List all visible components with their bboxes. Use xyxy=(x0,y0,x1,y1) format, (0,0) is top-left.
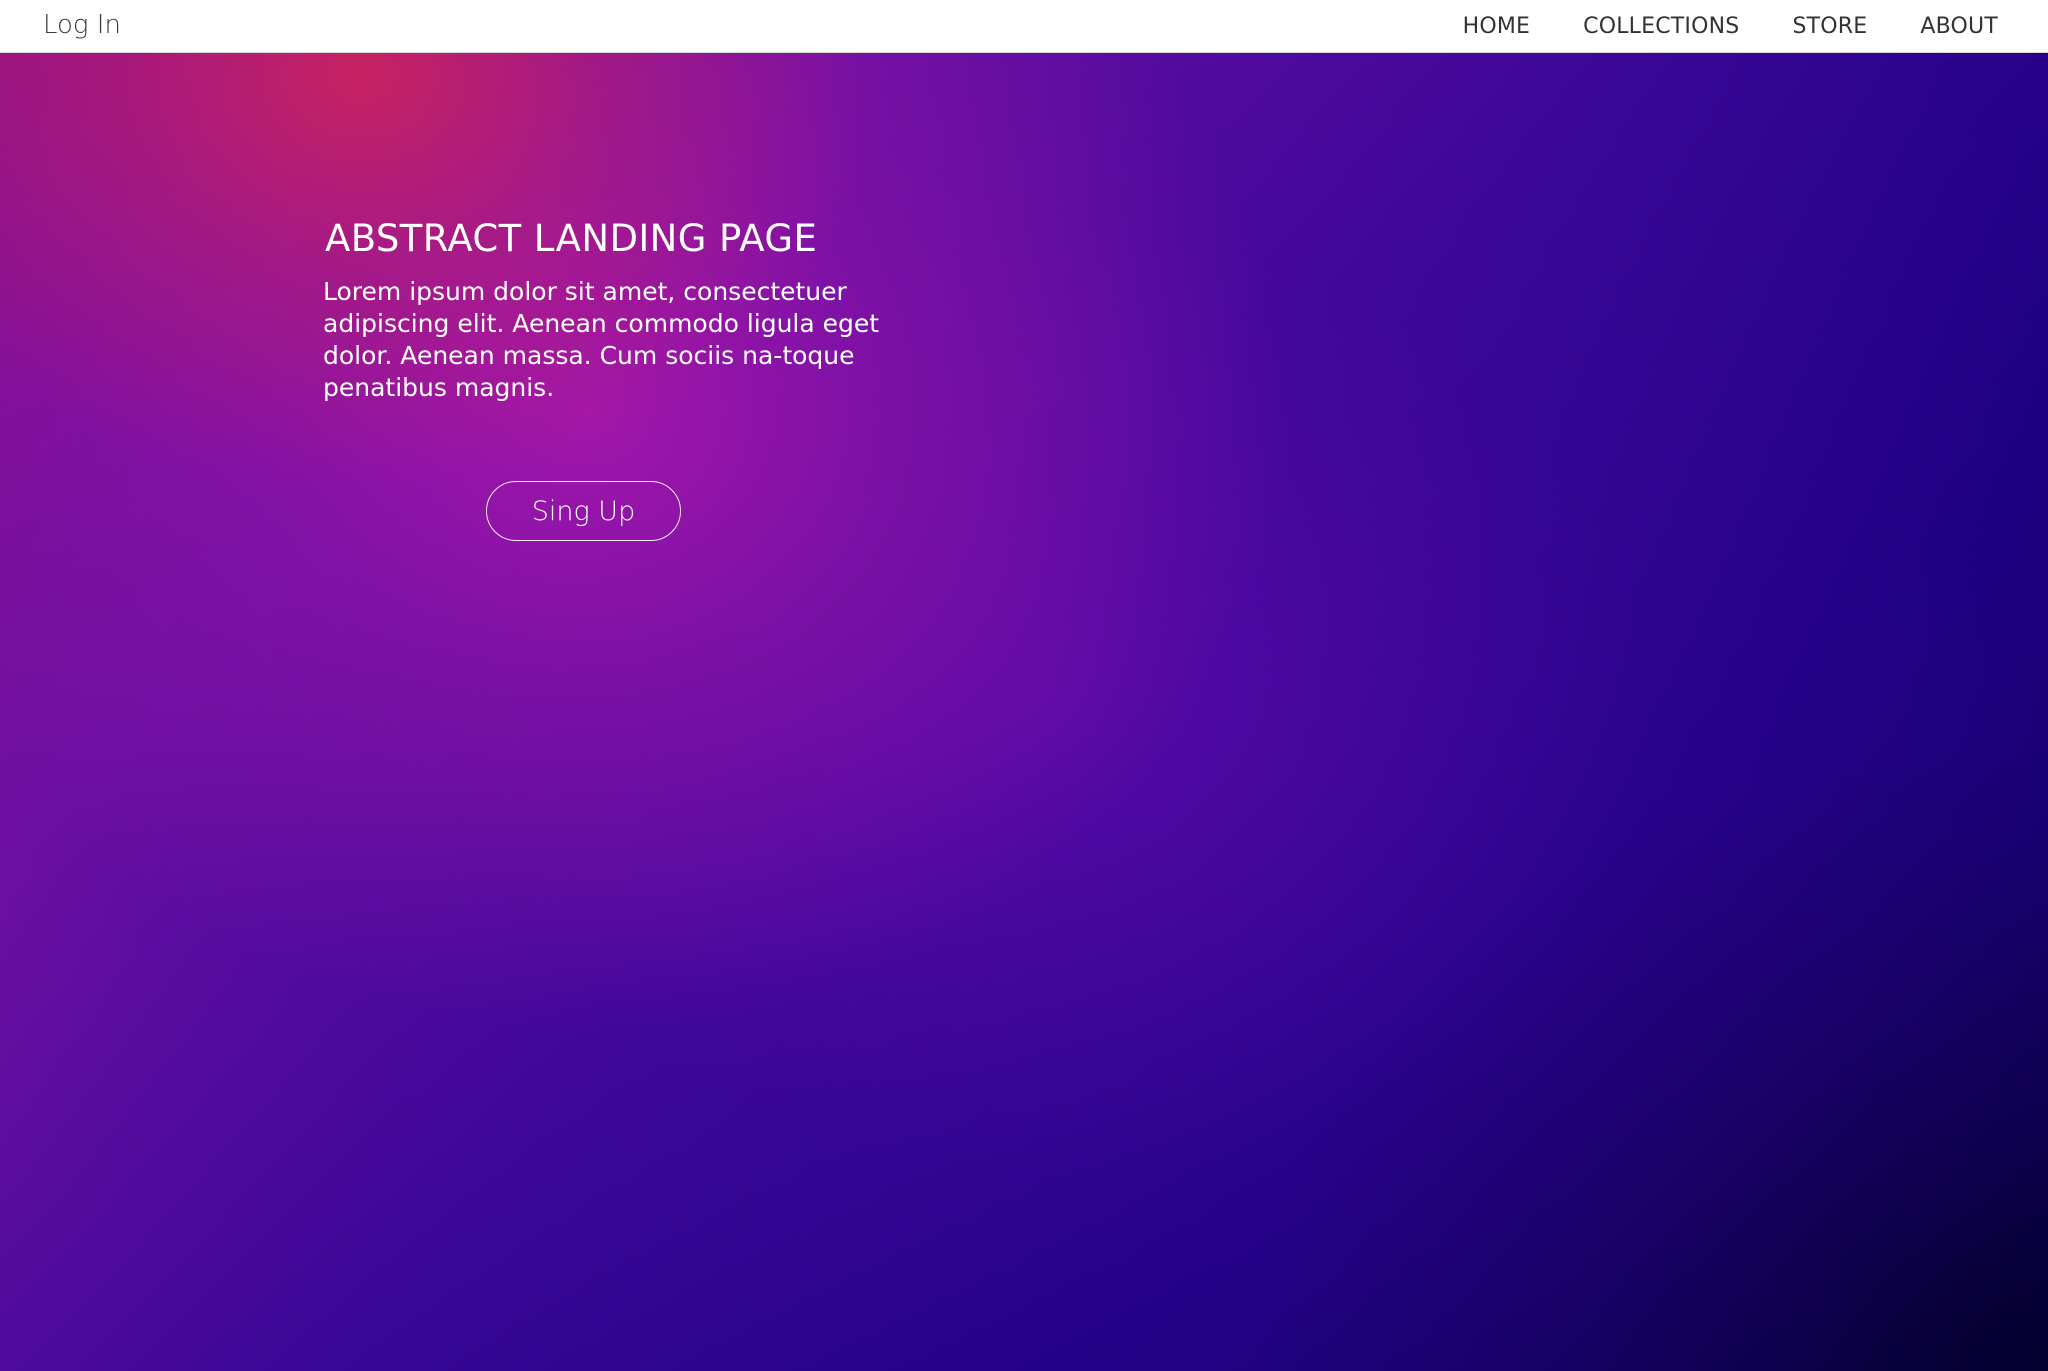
top-navigation-bar: Log In HOME COLLECTIONS STORE ABOUT xyxy=(0,0,2048,53)
about-link[interactable]: ABOUT xyxy=(1920,14,1998,39)
nav-item-about: ABOUT xyxy=(1920,14,1998,39)
hero-title: ABSTRACT LANDING PAGE xyxy=(325,217,818,260)
signup-button[interactable]: Sing Up xyxy=(486,481,681,541)
nav-item-collections: COLLECTIONS xyxy=(1583,14,1739,39)
abstract-gradient-hero: ABSTRACT LANDING PAGE Lorem ipsum dolor … xyxy=(0,53,2048,1371)
nav-item-store: STORE xyxy=(1792,14,1867,39)
main-navigation-menu: HOME COLLECTIONS STORE ABOUT xyxy=(1463,14,1998,39)
nav-item-home: HOME xyxy=(1463,14,1531,39)
hero-description: Lorem ipsum dolor sit amet, consectetuer… xyxy=(323,277,880,402)
login-link[interactable]: Log In xyxy=(43,10,121,40)
store-link[interactable]: STORE xyxy=(1792,14,1867,39)
home-link[interactable]: HOME xyxy=(1463,14,1531,39)
collections-link[interactable]: COLLECTIONS xyxy=(1583,14,1739,39)
